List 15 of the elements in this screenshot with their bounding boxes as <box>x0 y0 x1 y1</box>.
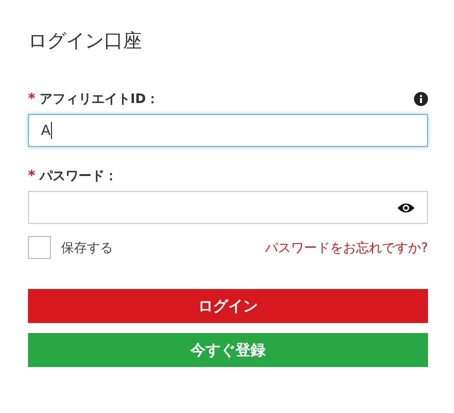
field-label: パスワード： <box>39 168 118 185</box>
input-field[interactable]: A <box>28 114 428 147</box>
form-title: ログイン口座 <box>28 29 143 54</box>
checkbox[interactable] <box>28 236 51 259</box>
register-button[interactable]: 今すぐ登録 <box>28 333 428 367</box>
info-icon[interactable] <box>414 92 428 106</box>
remember-label: 保存する <box>61 240 113 256</box>
eye-icon[interactable] <box>397 202 415 214</box>
field-label: アフィリエイトID： <box>39 91 159 108</box>
required-mark: * <box>28 91 36 107</box>
forgot-password-link[interactable]: パスワードをお忘れですか? <box>265 238 428 256</box>
password-field[interactable] <box>28 191 428 224</box>
login-button[interactable]: ログイン <box>28 289 428 323</box>
field-value: A <box>41 122 51 138</box>
required-mark: * <box>28 168 36 184</box>
